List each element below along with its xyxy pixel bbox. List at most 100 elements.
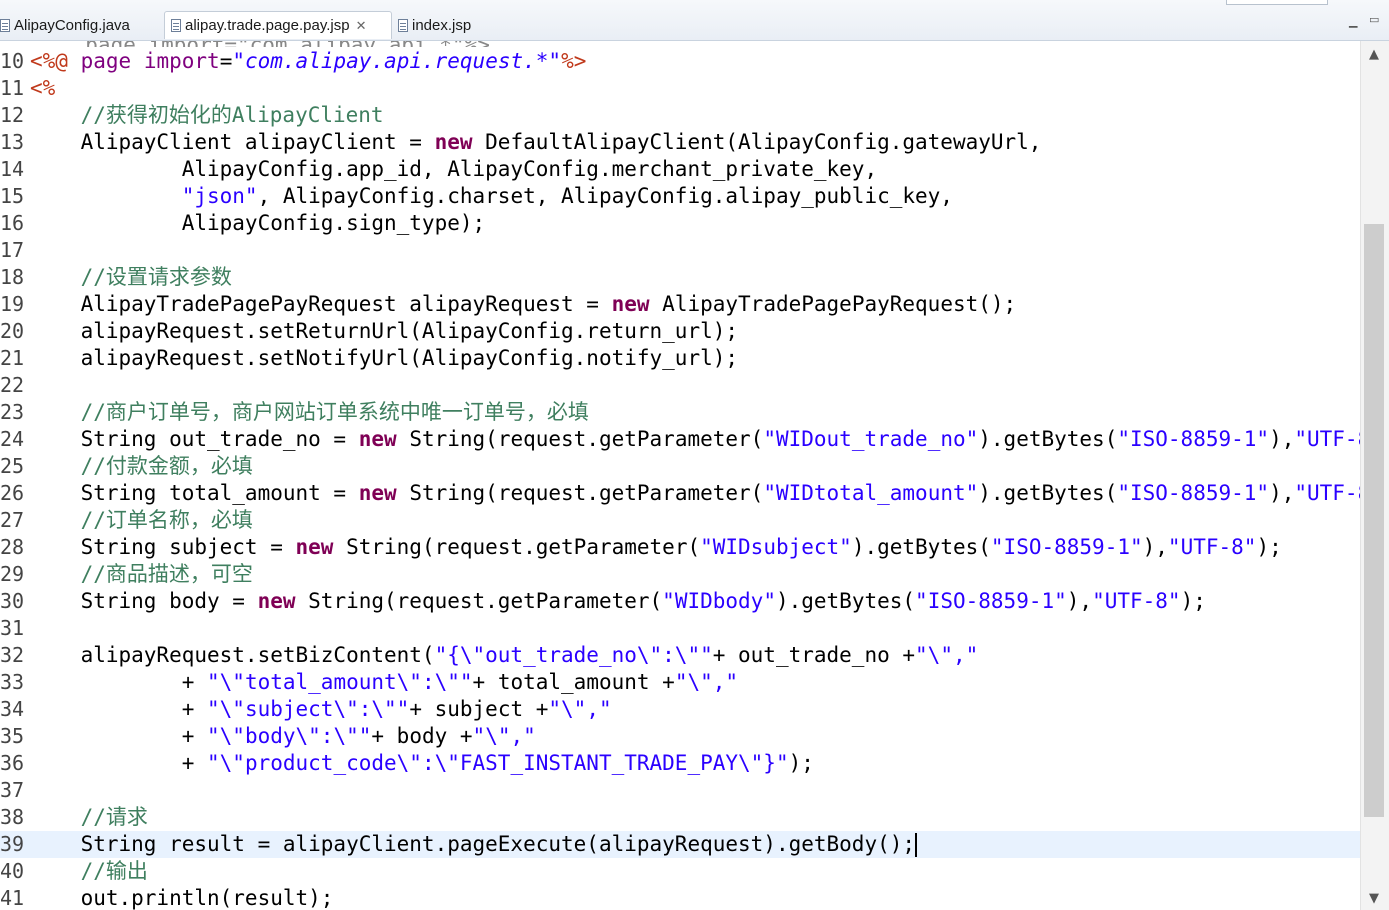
code-token: "WIDbody": [662, 589, 776, 613]
code-line[interactable]: 32 alipayRequest.setBizContent("{\"out_t…: [0, 642, 1360, 669]
code-token: AlipayConfig.sign_type);: [30, 211, 486, 235]
code-line[interactable]: 11 <%: [0, 75, 1360, 102]
code-line[interactable]: 17: [0, 237, 1360, 264]
code-line[interactable]: 22: [0, 372, 1360, 399]
line-number: 23: [0, 400, 25, 424]
code-token: out.println(result);: [30, 886, 334, 910]
line-number: 40: [0, 859, 25, 883]
code-token: String total_amount =: [30, 481, 359, 505]
tab-label: AlipayConfig.java: [14, 16, 130, 34]
line-number: 27: [0, 508, 25, 532]
code-text: //输出: [30, 858, 148, 885]
code-text: AlipayConfig.app_id, AlipayConfig.mercha…: [30, 156, 877, 183]
tab-alipay-trade-page-pay-jsp[interactable]: alipay.trade.page.pay.jsp ✕: [164, 11, 392, 39]
code-token: String(request.getParameter(: [333, 535, 701, 559]
line-number: 17: [0, 238, 25, 262]
code-line[interactable]: 41 out.println(result);: [0, 885, 1360, 910]
code-line[interactable]: 20 alipayRequest.setReturnUrl(AlipayConf…: [0, 318, 1360, 345]
code-token: "\",": [472, 724, 536, 748]
code-line[interactable]: 15 "json", AlipayConfig.charset, AlipayC…: [0, 183, 1360, 210]
code-text: AlipayClient alipayClient = new DefaultA…: [30, 129, 1042, 156]
code-line[interactable]: 25 //付款金额，必填: [0, 453, 1360, 480]
quick-access-field[interactable]: [1226, 0, 1328, 5]
code-line[interactable]: 21 alipayRequest.setNotifyUrl(AlipayConf…: [0, 345, 1360, 372]
code-line[interactable]: 18 //设置请求参数: [0, 264, 1360, 291]
minimize-icon[interactable]: ▁: [1349, 15, 1357, 28]
code-line[interactable]: 27 //订单名称，必填: [0, 507, 1360, 534]
code-token: );: [788, 751, 814, 775]
tab-label: index.jsp: [412, 16, 472, 34]
code-line[interactable]: 19 AlipayTradePagePayRequest alipayReque…: [0, 291, 1360, 318]
line-number: 16: [0, 211, 25, 235]
code-line[interactable]: 26 String total_amount = new String(requ…: [0, 480, 1360, 507]
line-number: 22: [0, 373, 25, 397]
code-line[interactable]: 38 //请求: [0, 804, 1360, 831]
line-number: 24: [0, 427, 25, 451]
code-token: "UTF-8": [1294, 481, 1360, 505]
code-token: + subject +: [409, 697, 549, 721]
code-line[interactable]: 30 String body = new String(request.getP…: [0, 588, 1360, 615]
code-token: "WIDtotal_amount": [763, 481, 979, 505]
code-line[interactable]: 37: [0, 777, 1360, 804]
code-line[interactable]: 31: [0, 615, 1360, 642]
code-token: "\"subject\":\"": [207, 697, 410, 721]
line-number: 41: [0, 886, 25, 910]
line-number: 18: [0, 265, 25, 289]
code-line[interactable]: 29 //商品描述，可空: [0, 561, 1360, 588]
code-token: , AlipayConfig.charset, AlipayConfig.ali…: [257, 184, 953, 208]
code-token: "UTF-8": [1092, 589, 1181, 613]
line-number: 25: [0, 454, 25, 478]
code-token: +: [30, 697, 208, 721]
line-number: 10: [0, 49, 25, 73]
code-text: + "\"subject\":\""+ subject +"\",": [30, 696, 612, 723]
code-token: +: [30, 724, 208, 748]
code-text: AlipayTradePagePayRequest alipayRequest …: [30, 291, 1017, 318]
code-token: import: [143, 49, 220, 73]
line-number: 15: [0, 184, 25, 208]
code-token: ).getBytes(: [978, 481, 1118, 505]
code-token: +: [30, 670, 208, 694]
code-token: "\"product_code\":\"FAST_INSTANT_TRADE_P…: [207, 751, 789, 775]
tab-index-jsp[interactable]: index.jsp: [398, 11, 498, 39]
code-line[interactable]: 16 AlipayConfig.sign_type);: [0, 210, 1360, 237]
code-token: //请求: [30, 805, 148, 829]
code-line[interactable]: 34 + "\"subject\":\""+ subject +"\",": [0, 696, 1360, 723]
arrow-up-icon[interactable]: ▲: [1369, 47, 1379, 62]
code-line[interactable]: 28 String subject = new String(request.g…: [0, 534, 1360, 561]
close-icon[interactable]: ✕: [356, 18, 367, 34]
code-token: //输出: [30, 859, 148, 883]
code-token: );: [1180, 589, 1206, 613]
code-token: new: [257, 589, 296, 613]
line-number: 37: [0, 778, 25, 802]
code-line[interactable]: 10 <%@ page import="com.alipay.api.reques…: [0, 48, 1360, 75]
code-token: "ISO-8859-1": [990, 535, 1143, 559]
code-token: <%: [30, 76, 56, 100]
code-line[interactable]: 24 String out_trade_no = new String(requ…: [0, 426, 1360, 453]
code-line[interactable]: 39 String result = alipayClient.pageExec…: [0, 831, 1360, 858]
code-text: AlipayConfig.sign_type);: [30, 210, 485, 237]
code-text: //获得初始化的AlipayClient: [30, 102, 384, 129]
maximize-icon[interactable]: ▭: [1369, 13, 1379, 26]
code-line[interactable]: 13 AlipayClient alipayClient = new Defau…: [0, 129, 1360, 156]
code-token: String(request.getParameter(: [396, 481, 764, 505]
code-text: + "\"body\":\""+ body +"\",": [30, 723, 536, 750]
code-line[interactable]: 12 //获得初始化的AlipayClient: [0, 102, 1360, 129]
arrow-down-icon[interactable]: ▼: [1369, 891, 1379, 906]
code-editor[interactable]: page import="com.alipay.api.*"%> 10<%@ p…: [0, 41, 1360, 910]
code-token: ).getBytes(: [851, 535, 991, 559]
code-line[interactable]: 40 //输出: [0, 858, 1360, 885]
tab-alipayconfig-java[interactable]: AlipayConfig.java: [0, 11, 160, 39]
code-line[interactable]: 36 + "\"product_code\":\"FAST_INSTANT_TR…: [0, 750, 1360, 777]
line-number: 28: [0, 535, 25, 559]
code-line[interactable]: 33 + "\"total_amount\":\""+ total_amount…: [0, 669, 1360, 696]
code-line[interactable]: 35 + "\"body\":\""+ body +"\",": [0, 723, 1360, 750]
vertical-scrollbar[interactable]: ▲ ▼: [1360, 41, 1389, 910]
code-token: "WIDout_trade_no": [763, 427, 979, 451]
scrollbar-thumb[interactable]: [1364, 224, 1384, 817]
code-line[interactable]: 23 //商户订单号，商户网站订单系统中唯一订单号，必填: [0, 399, 1360, 426]
code-token: new: [295, 535, 334, 559]
code-text: String total_amount = new String(request…: [30, 480, 1360, 507]
code-line[interactable]: 14 AlipayConfig.app_id, AlipayConfig.mer…: [0, 156, 1360, 183]
